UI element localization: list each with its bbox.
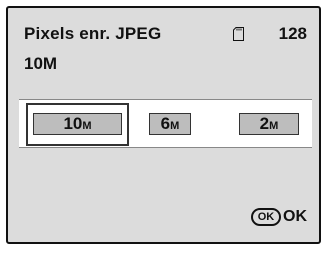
resolution-options-bar: 10M 6M 2M <box>19 99 312 148</box>
option-number: 10 <box>63 114 83 133</box>
option-6m-button[interactable]: 6M <box>149 113 191 135</box>
ok-button[interactable]: OK OK <box>251 206 307 228</box>
ok-icon: OK <box>251 208 281 226</box>
option-number: 2 <box>259 114 270 133</box>
menu-title: Pixels enr. JPEG <box>24 24 162 43</box>
option-unit: M <box>82 120 92 132</box>
camera-menu-screen: Pixels enr. JPEG 128 10M 10M 6M 2M OK OK <box>6 6 321 244</box>
option-unit: M <box>269 120 279 132</box>
option-number: 6 <box>160 114 171 133</box>
option-unit: M <box>170 120 180 132</box>
current-resolution: 10M <box>24 54 58 73</box>
ok-label: OK <box>283 208 307 225</box>
option-2m-button[interactable]: 2M <box>239 113 299 135</box>
remaining-shots-count: 128 <box>278 24 307 43</box>
sd-card-icon <box>233 27 244 41</box>
option-10m-button[interactable]: 10M <box>33 113 122 135</box>
